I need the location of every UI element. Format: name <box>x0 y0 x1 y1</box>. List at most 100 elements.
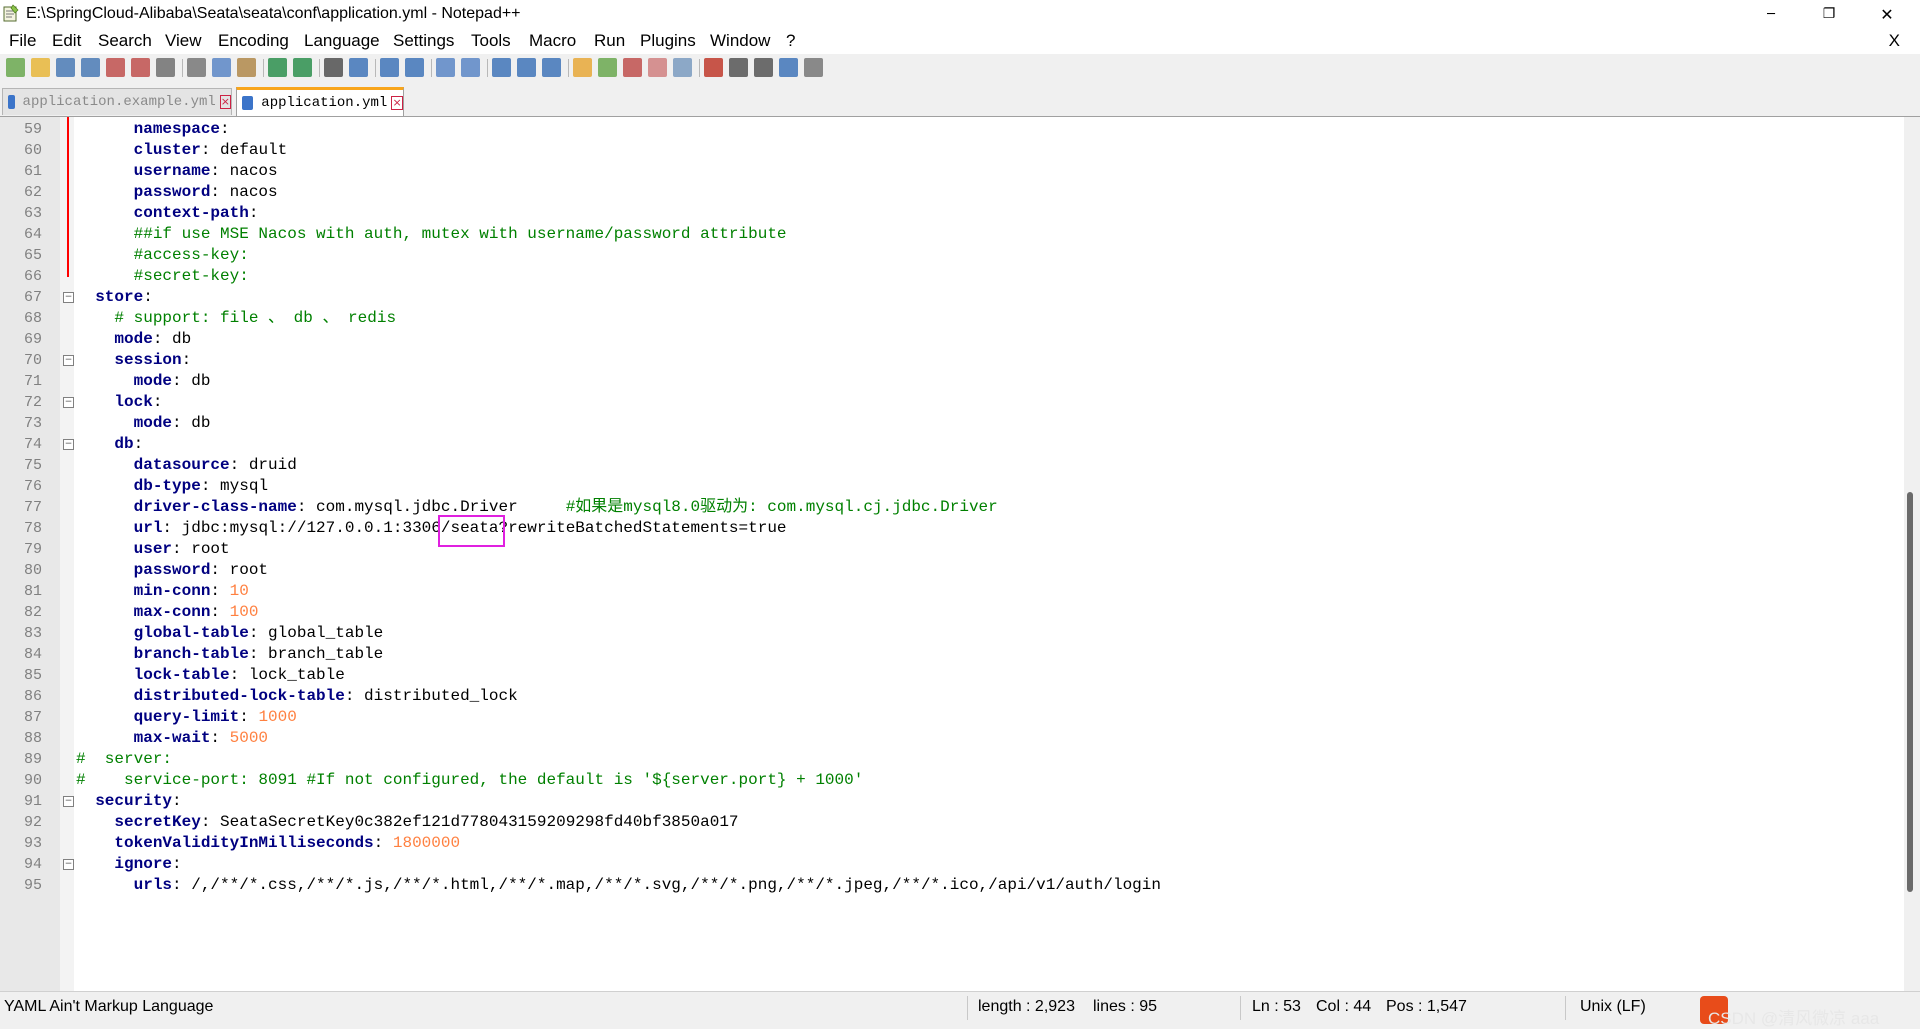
line-number: 81 <box>23 583 42 600</box>
vertical-scrollbar[interactable] <box>1904 117 1920 991</box>
open-file-icon[interactable] <box>31 58 50 77</box>
line-number: 89 <box>23 751 42 768</box>
code-line: branch-table: branch_table <box>133 645 384 663</box>
stop-macro-icon[interactable] <box>729 58 748 77</box>
fold-toggle-icon[interactable]: − <box>63 439 74 450</box>
menu-settings[interactable]: Settings <box>393 31 454 51</box>
fold-toggle-icon[interactable]: − <box>63 292 74 303</box>
copy-icon[interactable] <box>212 58 231 77</box>
word-wrap-icon[interactable] <box>492 58 511 77</box>
print-icon[interactable] <box>156 58 175 77</box>
fold-toggle-icon[interactable]: − <box>63 796 74 807</box>
code-line: store: <box>95 288 153 306</box>
status-language: YAML Ain't Markup Language <box>4 998 214 1015</box>
code-line: mode: db <box>133 414 211 432</box>
record-macro-icon[interactable] <box>704 58 723 77</box>
fold-toggle-icon[interactable]: − <box>63 355 74 366</box>
menu-encoding[interactable]: Encoding <box>218 31 289 51</box>
monitoring-icon[interactable] <box>673 58 692 77</box>
menu-search[interactable]: Search <box>98 31 152 51</box>
code-line: urls: /,/**/*.css,/**/*.js,/**/*.html,/*… <box>133 876 1161 894</box>
tab-close-icon[interactable]: × <box>219 95 231 109</box>
minimize-button[interactable]: ─ <box>1742 0 1800 28</box>
document-map-icon[interactable] <box>598 58 617 77</box>
indent-guide-icon[interactable] <box>542 58 561 77</box>
line-number: 71 <box>23 373 42 390</box>
save-icon[interactable] <box>56 58 75 77</box>
show-all-chars-icon[interactable] <box>517 58 536 77</box>
zoom-out-icon[interactable] <box>405 58 424 77</box>
close-all-icon[interactable] <box>131 58 150 77</box>
undo-icon[interactable] <box>268 58 287 77</box>
sync-vertical-icon[interactable] <box>436 58 455 77</box>
editor-pane[interactable]: 59 60 61 62 63 64 65 66 67 68 69 70 71 72 73 74 75 76 77 78… <box>0 117 1904 991</box>
tab-bar: application.example.yml × application.ym… <box>0 84 1920 117</box>
menu-run[interactable]: Run <box>594 31 625 51</box>
paste-icon[interactable] <box>237 58 256 77</box>
toolbar-separator <box>568 59 569 77</box>
status-separator <box>967 996 968 1020</box>
save-all-icon[interactable] <box>81 58 100 77</box>
line-number: 62 <box>23 184 42 201</box>
save-macro-icon[interactable] <box>804 58 823 77</box>
sync-horizontal-icon[interactable] <box>461 58 480 77</box>
find-icon[interactable] <box>324 58 343 77</box>
status-lines: lines : 95 <box>1093 998 1158 1015</box>
line-number: 76 <box>23 478 42 495</box>
code-line: min-conn: 10 <box>133 582 249 600</box>
redo-icon[interactable] <box>293 58 312 77</box>
replace-icon[interactable] <box>349 58 368 77</box>
restore-button[interactable]: ❐ <box>1800 0 1858 28</box>
fold-toggle-icon[interactable]: − <box>63 859 74 870</box>
tab-close-icon[interactable]: × <box>391 96 403 110</box>
menu-tools[interactable]: Tools <box>471 31 511 51</box>
menu-bar: File Edit Search View Encoding Language … <box>0 28 1920 54</box>
annotation-highlight-box <box>437 515 506 547</box>
status-pos: Pos : 1,547 <box>1386 998 1467 1015</box>
line-number: 67 <box>23 289 42 306</box>
line-number: 92 <box>23 814 42 831</box>
title-bar: E:\SpringCloud-Alibaba\Seata\seata\conf\… <box>0 0 1920 28</box>
function-list-icon[interactable] <box>623 58 642 77</box>
restore-icon: ❐ <box>1822 6 1836 22</box>
close-document-button[interactable]: X <box>1889 31 1900 51</box>
fold-toggle-icon[interactable]: − <box>63 397 74 408</box>
line-number: 90 <box>23 772 42 789</box>
cut-icon[interactable] <box>187 58 206 77</box>
code-line: max-wait: 5000 <box>133 729 269 747</box>
line-number: 70 <box>23 352 42 369</box>
menu-edit[interactable]: Edit <box>52 31 81 51</box>
tab-application-yml[interactable]: application.yml × <box>236 87 404 116</box>
code-line: username: nacos <box>133 162 278 180</box>
code-line: password: root <box>133 561 269 579</box>
line-number: 61 <box>23 163 42 180</box>
tab-application-example-yml[interactable]: application.example.yml × <box>2 88 232 115</box>
scrollbar-thumb[interactable] <box>1907 492 1913 892</box>
code-area[interactable]: namespace: cluster: default username: na… <box>76 117 1902 991</box>
play-macro-icon[interactable] <box>754 58 773 77</box>
run-macro-multiple-icon[interactable] <box>779 58 798 77</box>
close-window-button[interactable]: ✕ <box>1858 0 1916 28</box>
code-line: driver-class-name: com.mysql.jdbc.Driver… <box>133 498 998 516</box>
menu-file[interactable]: File <box>9 31 36 51</box>
code-line: lock: <box>114 393 163 411</box>
code-line: namespace: <box>133 120 230 138</box>
code-line: session: <box>114 351 192 369</box>
toolbar-separator <box>182 59 183 77</box>
code-line: db: <box>114 435 144 453</box>
new-file-icon[interactable] <box>6 58 25 77</box>
menu-macro[interactable]: Macro <box>529 31 576 51</box>
code-line: #secret-key: <box>133 267 249 285</box>
code-line: user: root <box>133 540 230 558</box>
menu-plugins[interactable]: Plugins <box>640 31 696 51</box>
folder-workspace-icon[interactable] <box>648 58 667 77</box>
line-number: 82 <box>23 604 42 621</box>
menu-view[interactable]: View <box>165 31 202 51</box>
line-number-gutter: 59 60 61 62 63 64 65 66 67 68 69 70 71 72 73 74 75 76 77 78… <box>0 117 60 991</box>
user-language-icon[interactable] <box>573 58 592 77</box>
menu-window[interactable]: Window <box>710 31 770 51</box>
menu-language[interactable]: Language <box>304 31 380 51</box>
menu-help[interactable]: ? <box>786 31 795 51</box>
zoom-in-icon[interactable] <box>380 58 399 77</box>
close-icon[interactable] <box>106 58 125 77</box>
